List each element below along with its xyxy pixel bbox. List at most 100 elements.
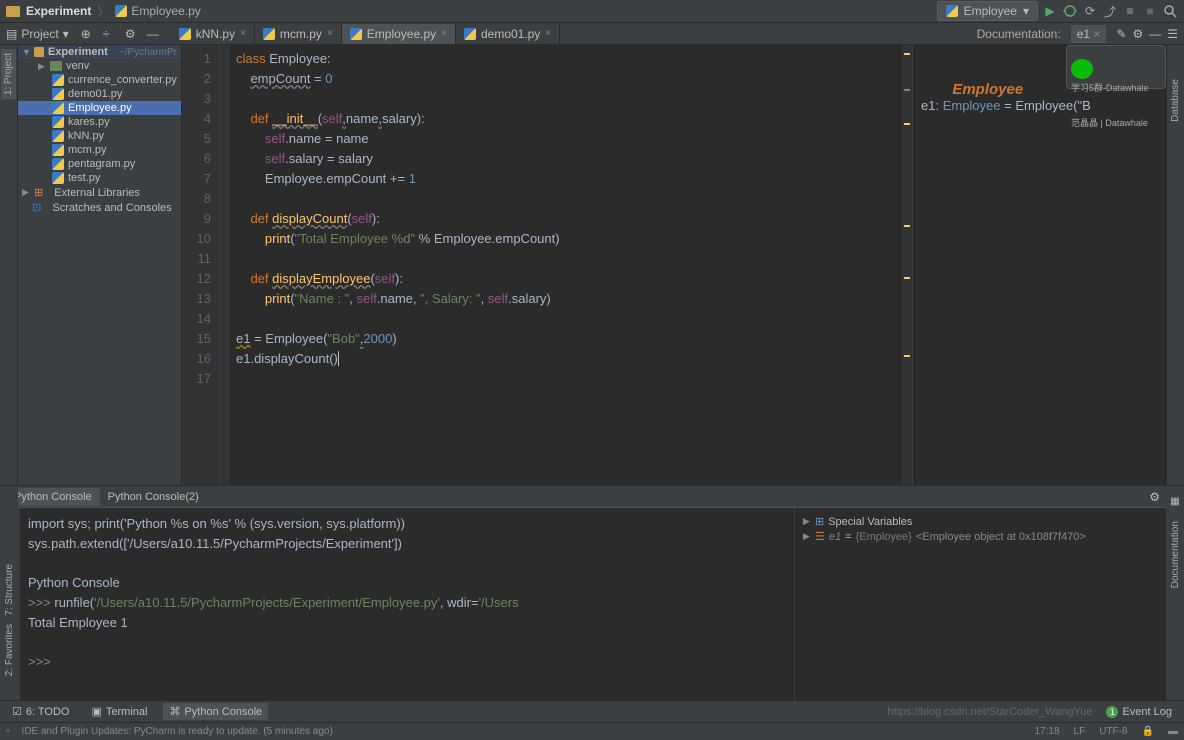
close-icon[interactable]: × [441,28,447,39]
file-encoding[interactable]: UTF-8 [1099,726,1127,737]
console-tabs-bar: Python Console Python Console(2) ⚙ — [0,485,1184,507]
stop-icon[interactable]: ■ [1142,3,1158,19]
hide-icon[interactable]: — [147,27,161,41]
top-toolbar: Experiment 〉 Employee.py Employee ▾ ▶ ⟳ … [0,0,1184,23]
console-tab-2[interactable]: Python Console(2) [100,488,207,506]
terminal-button[interactable]: ▣Terminal [85,703,153,720]
python-file-icon [52,116,64,128]
profile-icon[interactable]: ⤴ [1102,3,1118,19]
documentation-tool-tab[interactable]: Documentation [1168,517,1183,592]
tab-mcm[interactable]: mcm.py× [255,24,342,44]
python-file-icon [52,130,64,142]
hide-icon[interactable]: — [1149,27,1161,41]
breadcrumb-file[interactable]: Employee.py [115,4,200,18]
console-tab-1[interactable]: Python Console [6,488,100,506]
project-name: Experiment [26,4,91,18]
database-tool-tab[interactable]: Database [1168,75,1183,126]
code-editor[interactable]: 1234567891011121314151617 class Employee… [182,45,912,485]
python-file-icon [115,5,127,17]
close-icon[interactable]: × [327,28,333,39]
editor-tabs-bar: ▤ Project ▾ ⊕ ÷ ⚙ — kNN.py× mcm.py× Empl… [0,23,1184,45]
tree-file[interactable]: kares.py [18,115,181,129]
console-area: ↻ ■ × ▶ ⏸ ↶ ⊘ ∞ import sys; print('Pytho… [0,507,1184,717]
python-icon: ⌘ [169,705,180,718]
fold-strip[interactable] [220,45,230,485]
venv-folder-icon [50,61,62,71]
event-count-badge: 1 [1106,706,1118,718]
gear-icon[interactable]: ⚙ [125,27,139,41]
coverage-icon[interactable]: ⟳ [1082,3,1098,19]
project-folder-icon [6,6,20,17]
tab-demo01[interactable]: demo01.py× [456,24,560,44]
cursor-position[interactable]: 17:18 [1035,726,1060,737]
search-icon[interactable] [1162,3,1178,19]
database-icon[interactable]: ▦ [1170,496,1179,507]
python-file-icon [52,158,64,170]
python-console-button[interactable]: ⌘Python Console [163,703,268,720]
tree-file[interactable]: mcm.py [18,143,181,157]
right-lower-strip: ▦ Documentation [1166,486,1184,710]
wechat-icon [1071,59,1093,79]
todo-button[interactable]: ☑6: TODO [6,703,75,720]
menu-icon[interactable]: ☰ [1167,27,1178,41]
tree-file[interactable]: currence_converter.py [18,73,181,87]
python-file-icon [52,102,64,114]
gear-icon[interactable]: ⚙ [1149,490,1160,504]
tree-venv[interactable]: ▶venv [18,59,181,73]
tree-external-libs[interactable]: ▶⊞ External Libraries [18,185,181,200]
event-log-button[interactable]: 1Event Log [1100,704,1178,720]
project-tool-button[interactable]: ▤ Project ▾ [0,27,75,41]
run-config-selector[interactable]: Employee ▾ [937,1,1038,21]
project-tool-tab[interactable]: 1: Project [1,49,16,99]
tab-knn[interactable]: kNN.py× [171,24,255,44]
run-icon[interactable]: ▶ [1042,3,1058,19]
python-file-icon [464,28,476,40]
watermark-url: https://blog.csdn.net/StarCoder_WangYue [887,706,1092,718]
collapse-icon[interactable]: ÷ [103,27,117,41]
documentation-label: Documentation: [967,27,1071,41]
tree-root[interactable]: ▼Experiment ~/PycharmPr [18,45,181,59]
project-icon: ▤ [6,27,17,41]
tree-file[interactable]: test.py [18,171,181,185]
lock-icon[interactable]: 🔒 [1142,726,1154,737]
tree-file[interactable]: kNN.py [18,129,181,143]
structure-tool-tab[interactable]: 7: Structure [2,560,17,620]
locate-icon[interactable]: ⊕ [81,27,95,41]
close-icon[interactable]: × [240,28,246,39]
console-variables: ▶⊞Special Variables ▶☰e1 = {Employee} <E… [794,508,1184,717]
error-stripe[interactable] [902,45,912,485]
doc-variable[interactable]: e1 × [1071,25,1107,43]
variable-e1[interactable]: ▶☰e1 = {Employee} <Employee object at 0x… [803,529,1176,544]
gear-icon[interactable]: ⚙ [1132,27,1143,41]
python-file-icon [179,28,191,40]
left-lower-strip: 7: Structure 2: Favorites [0,486,18,710]
python-file-icon [946,5,958,17]
tree-file-employee[interactable]: Employee.py [18,101,181,115]
bottom-tool-bar: ☑6: TODO ▣Terminal ⌘Python Console https… [0,700,1184,722]
memory-indicator[interactable]: ▬ [1168,726,1178,737]
tree-file[interactable]: pentagram.py [18,157,181,171]
python-file-icon [52,74,64,86]
attach-icon[interactable]: ≡ [1122,3,1138,19]
python-file-icon [52,88,64,100]
close-icon[interactable]: × [1093,27,1100,41]
editor-tabs: kNN.py× mcm.py× Employee.py× demo01.py× [171,24,560,44]
breadcrumb-sep: 〉 [97,3,109,20]
line-separator[interactable]: LF [1074,726,1086,737]
debug-icon[interactable] [1062,3,1078,19]
special-variables[interactable]: ▶⊞Special Variables [803,514,1176,529]
close-icon[interactable]: × [545,28,551,39]
tree-scratches[interactable]: ⊡ Scratches and Consoles [18,200,181,215]
console-output[interactable]: import sys; print('Python %s on %s' % (s… [20,508,794,717]
favorites-tool-tab[interactable]: 2: Favorites [2,620,17,680]
tree-file[interactable]: demo01.py [18,87,181,101]
vars-icon: ⊞ [815,515,824,528]
edit-icon[interactable]: ✎ [1116,27,1126,41]
line-gutter: 1234567891011121314151617 [182,45,220,485]
chevron-down-icon: ▾ [1023,4,1029,18]
code-body[interactable]: class Employee: empCount = 0 def __init_… [230,45,912,485]
wechat-notification[interactable]: 学习5群-Datawhale 范晶晶 | Datawhale [1066,45,1166,89]
tab-employee[interactable]: Employee.py× [342,24,456,44]
window-icon[interactable]: ▫ [6,726,10,737]
scratch-icon: ⊡ [32,201,41,214]
